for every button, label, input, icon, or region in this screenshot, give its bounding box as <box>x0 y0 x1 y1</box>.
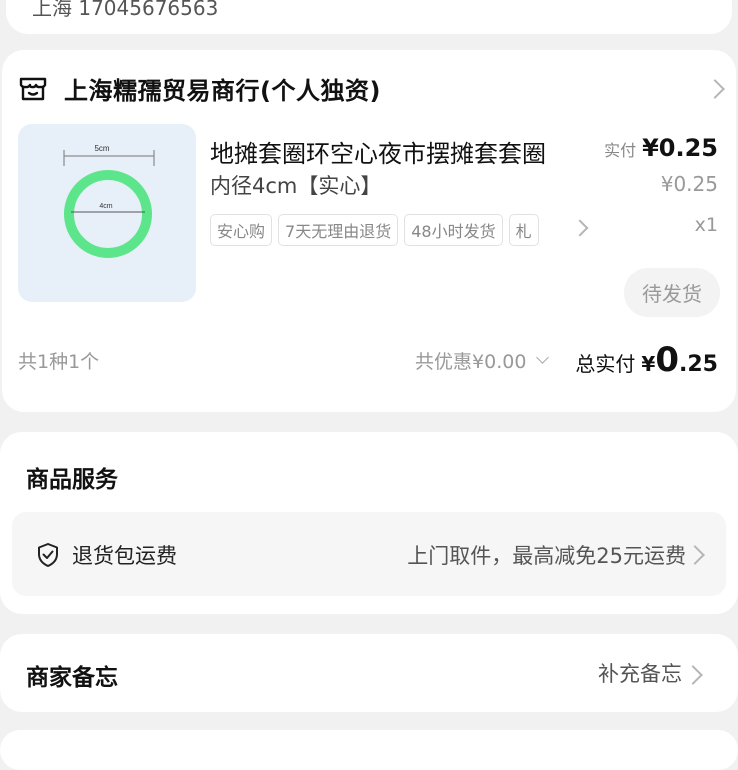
outer-diameter-label: 5cm <box>94 144 109 153</box>
address-card: 上海 17045676563 <box>6 0 732 34</box>
order-summary: 共1种1个 共优惠¥0.00 总实付 ¥0.25 <box>18 340 718 380</box>
address-contact: 上海 17045676563 <box>32 0 219 20</box>
shield-check-icon <box>38 543 58 567</box>
total-dec: .25 <box>679 352 718 377</box>
inner-diameter-label: 4cm <box>99 203 112 210</box>
shop-name[interactable]: 上海糯孺贸易商行(个人独资) <box>64 71 381 106</box>
product-spec: 内径4cm【实心】 <box>210 174 382 198</box>
service-chevron-right-icon <box>685 545 705 565</box>
order-card: 上海糯孺贸易商行(个人独资) 5cm 4cm 地摊套圈环空心夜市摆摊套套圈 内径… <box>2 50 736 412</box>
return-shipping-service[interactable]: 退货包运费 上门取件，最高减免25元运费 <box>12 512 726 596</box>
total-currency: ¥ <box>641 352 656 376</box>
service-description: 上门取件，最高减免25元运费 <box>407 544 686 568</box>
add-memo-link[interactable]: 补充备忘 <box>598 658 682 688</box>
shop-chevron-right-icon[interactable] <box>705 79 725 99</box>
price-original: ¥0.25 <box>660 172 718 196</box>
services-title: 商品服务 <box>26 467 118 493</box>
memo-chevron-right-icon[interactable] <box>683 665 703 685</box>
ring-diagram-image: 5cm 4cm <box>63 144 155 258</box>
total-paid: 总实付 ¥0.25 <box>575 340 718 380</box>
quantity: x1 <box>694 214 718 236</box>
store-icon <box>19 77 47 101</box>
services-card: 商品服务 退货包运费 上门取件，最高减免25元运费 <box>0 432 738 614</box>
price-paid-label: 实付 <box>604 141 637 160</box>
item-count: 共1种1个 <box>18 350 100 373</box>
memo-title: 商家备忘 <box>26 665 118 691</box>
tag-anxin: 安心购 <box>210 214 273 246</box>
service-label: 退货包运费 <box>72 544 177 568</box>
merchant-memo-card[interactable]: 商家备忘 补充备忘 <box>0 634 738 712</box>
ring-shape <box>64 170 152 258</box>
shop-header[interactable]: 上海糯孺贸易商行(个人独资) <box>18 68 381 108</box>
discount-toggle[interactable]: 共优惠¥0.00 <box>415 347 550 374</box>
status-button[interactable]: 待发货 <box>624 268 720 317</box>
price-paid-value: ¥0.25 <box>642 134 718 162</box>
product-title[interactable]: 地摊套圈环空心夜市摆摊套套圈 <box>210 134 546 169</box>
chevron-down-icon <box>536 350 550 364</box>
next-card <box>0 730 738 770</box>
tag-48h-ship: 48小时发货 <box>404 214 503 246</box>
service-tags: 安心购 7天无理由退货 48小时发货 札 <box>210 214 582 246</box>
total-label: 总实付 <box>575 352 636 376</box>
product-image[interactable]: 5cm 4cm <box>18 124 196 302</box>
total-int: 0 <box>655 340 680 380</box>
tag-7day-return: 7天无理由退货 <box>278 214 399 246</box>
price-paid: 实付 ¥0.25 <box>604 134 718 162</box>
tag-more: 札 <box>508 214 539 246</box>
discount-text: 共优惠¥0.00 <box>415 350 527 373</box>
